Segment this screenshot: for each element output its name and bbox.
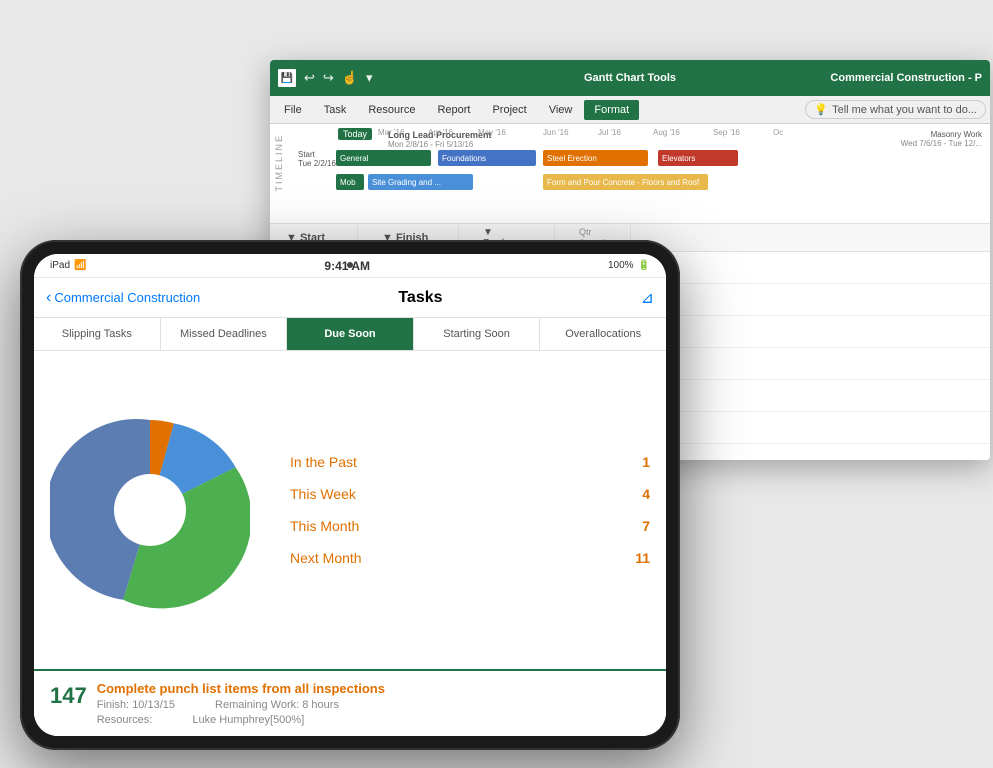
tell-me-text: Tell me what you want to do... — [832, 104, 977, 116]
legend-item-next-month: Next Month 11 — [290, 550, 650, 566]
ribbon-tab-file[interactable]: File — [274, 100, 312, 120]
gantt-project-title: Commercial Construction - P — [830, 72, 982, 84]
tab-starting-soon[interactable]: Starting Soon — [414, 318, 541, 350]
back-button[interactable]: ‹ Commercial Construction — [46, 289, 200, 307]
legend-label-week: This Week — [290, 486, 356, 502]
task-title: Complete punch list items from all inspe… — [97, 681, 650, 696]
battery-icon: 🔋 — [638, 260, 650, 271]
back-label: Commercial Construction — [54, 290, 200, 305]
legend-value-next-month: 11 — [635, 550, 650, 566]
finish-date: 10/13/15 — [132, 699, 175, 711]
undo-icon[interactable]: ↩ — [304, 70, 315, 86]
legend-label-past: In the Past — [290, 454, 357, 470]
legend-area: In the Past 1 This Week 4 This Month 7 N… — [270, 454, 650, 566]
resources-label: Resources: — [97, 714, 153, 726]
chevron-left-icon: ‹ — [46, 289, 51, 307]
tab-overallocations[interactable]: Overallocations — [540, 318, 666, 350]
legend-value-past: 1 — [642, 454, 650, 470]
legend-item-month: This Month 7 — [290, 518, 650, 534]
ipad-frame: iPad 📶 9:41 AM 100% 🔋 ‹ Commercial Const… — [20, 240, 680, 750]
legend-label-month: This Month — [290, 518, 359, 534]
legend-value-month: 7 — [642, 518, 650, 534]
carrier-label: iPad — [50, 260, 70, 271]
resources-value: Luke Humphrey[500%] — [192, 714, 304, 726]
task-detail: 147 Complete punch list items from all i… — [34, 669, 666, 736]
wifi-icon: 📶 — [74, 260, 86, 271]
ribbon-tab-format[interactable]: Format — [584, 100, 639, 120]
timeline-bar-site-grading: Site Grading and ... — [368, 174, 473, 190]
timeline-label: TIMELINE — [274, 134, 284, 192]
dropdown-icon[interactable]: ▾ — [366, 70, 373, 86]
ipad-tabs: Slipping Tasks Missed Deadlines Due Soon… — [34, 318, 666, 351]
touch-icon[interactable]: ☝ — [342, 70, 358, 86]
ipad-nav-bar: ‹ Commercial Construction Tasks ⊿ — [34, 278, 666, 318]
task-meta: Finish: 10/13/15 Remaining Work: 8 hours — [97, 699, 650, 711]
ribbon-tab-project[interactable]: Project — [482, 100, 536, 120]
ipad-screen: iPad 📶 9:41 AM 100% 🔋 ‹ Commercial Const… — [34, 254, 666, 736]
status-left: iPad 📶 — [50, 260, 86, 271]
legend-item-week: This Week 4 — [290, 486, 650, 502]
finish-label: Finish: — [97, 699, 129, 711]
timeline-content: Long Lead Procurement Mon 2/8/16 - Fri 5… — [298, 128, 982, 218]
gantt-tools-title: Gantt Chart Tools — [584, 60, 676, 96]
ribbon-tab-task[interactable]: Task — [314, 100, 357, 120]
battery-label: 100% — [608, 260, 634, 271]
ipad-camera — [347, 262, 353, 268]
timeline-bar-elevators: Elevators — [658, 150, 738, 166]
timeline-bar-mob: Mob — [336, 174, 364, 190]
remaining-work-label: Remaining Work: — [215, 699, 299, 711]
ribbon-tab-view[interactable]: View — [539, 100, 583, 120]
timeline-bar-steel: Steel Erection — [543, 150, 648, 166]
pie-chart — [50, 410, 250, 610]
chart-legend-area: In the Past 1 This Week 4 This Month 7 N… — [34, 351, 666, 669]
remaining-work-value: 8 hours — [302, 699, 339, 711]
tell-me-box[interactable]: 💡 Tell me what you want to do... — [805, 100, 986, 119]
lightbulb-icon: 💡 — [814, 103, 828, 116]
task-number: 147 — [50, 683, 87, 709]
today-marker: Today — [338, 128, 372, 140]
tab-due-soon[interactable]: Due Soon — [287, 318, 414, 350]
finish-meta: Finish: 10/13/15 — [97, 699, 175, 711]
gantt-toolbar: 💾 ↩ ↪ ☝ ▾ Gantt Chart Tools Commercial C… — [270, 60, 990, 96]
tab-missed-deadlines[interactable]: Missed Deadlines — [161, 318, 288, 350]
remaining-work-meta: Remaining Work: 8 hours — [215, 699, 339, 711]
ribbon-tab-resource[interactable]: Resource — [358, 100, 425, 120]
toolbar-left: 💾 ↩ ↪ ☝ ▾ — [278, 69, 373, 87]
tab-slipping-tasks[interactable]: Slipping Tasks — [34, 318, 161, 350]
task-resources-meta: Resources: Luke Humphrey[500%] — [97, 714, 650, 726]
timeline-bar-general: General — [336, 150, 431, 166]
legend-value-week: 4 — [642, 486, 650, 502]
gantt-ribbon: File Task Resource Report Project View F… — [270, 96, 990, 124]
legend-label-next-month: Next Month — [290, 550, 362, 566]
redo-icon[interactable]: ↪ — [323, 70, 334, 86]
filter-icon[interactable]: ⊿ — [641, 288, 654, 308]
timeline-bar-form-pour: Form and Pour Concrete - Floors and Roof — [543, 174, 708, 190]
timeline-bar-foundations: Foundations — [438, 150, 536, 166]
ipad-content: In the Past 1 This Week 4 This Month 7 N… — [34, 351, 666, 736]
ribbon-tab-report[interactable]: Report — [427, 100, 480, 120]
save-icon[interactable]: 💾 — [278, 69, 296, 87]
legend-item-past: In the Past 1 — [290, 454, 650, 470]
nav-title: Tasks — [200, 289, 640, 307]
gantt-timeline: TIMELINE Long Lead Procurement Mon 2/8/1… — [270, 124, 990, 224]
status-right: 100% 🔋 — [608, 260, 650, 271]
